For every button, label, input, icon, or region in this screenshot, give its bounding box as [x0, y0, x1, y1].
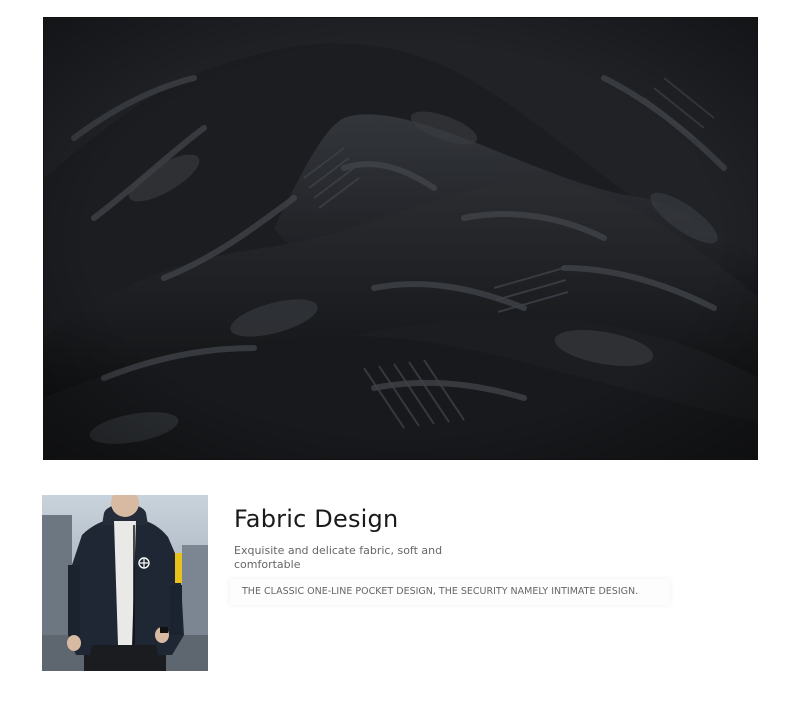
section-title: Fabric Design	[234, 505, 399, 533]
design-tagline: THE CLASSIC ONE-LINE POCKET DESIGN, THE …	[230, 579, 670, 605]
section-description: Exquisite and delicate fabric, soft and …	[234, 544, 443, 571]
product-detail-page: Fabric Design Exquisite and delicate fab…	[0, 0, 790, 701]
jacket-model-photo	[42, 495, 208, 671]
fabric-closeup-photo	[43, 17, 758, 460]
